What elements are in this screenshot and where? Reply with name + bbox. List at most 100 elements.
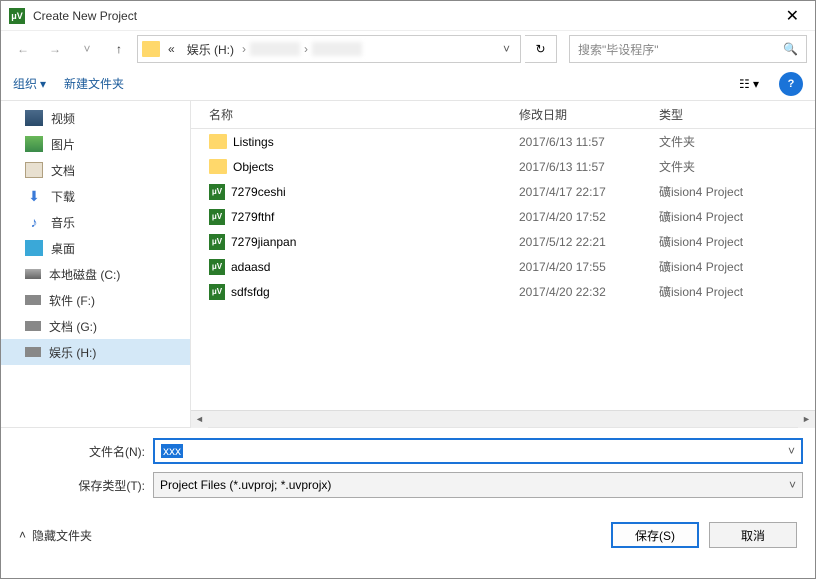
sidebar-item-down[interactable]: ⬇下载 xyxy=(1,183,190,209)
chevron-right-icon[interactable]: › xyxy=(304,42,308,56)
scroll-left-icon[interactable]: ◄ xyxy=(191,411,208,428)
sidebar-item-disk[interactable]: 软件 (F:) xyxy=(1,287,190,313)
sidebar-item-label: 图片 xyxy=(51,136,75,153)
file-name: adaasd xyxy=(231,260,270,274)
file-type: 文件夹 xyxy=(659,133,695,150)
close-icon[interactable]: ✕ xyxy=(778,6,807,26)
file-date: 2017/6/13 11:57 xyxy=(519,135,659,149)
bottom-bar: ˄ 隐藏文件夹 保存(S) 取消 xyxy=(1,512,815,560)
hide-folders-toggle[interactable]: ˄ 隐藏文件夹 xyxy=(19,527,92,544)
chevron-up-icon: ˄ xyxy=(19,528,26,542)
horizontal-scrollbar[interactable]: ◄ ► xyxy=(191,410,815,427)
file-type: 礦ision4 Project xyxy=(659,183,743,200)
app-icon: μV xyxy=(9,8,25,24)
forward-button: → xyxy=(41,35,69,63)
chevron-right-icon[interactable]: › xyxy=(242,42,246,56)
main-area: 视频图片文档 ⬇下载♪音乐桌面本地磁盘 (C:) 软件 (F:) 文档 (G:) 娱乐 … xyxy=(1,101,815,427)
sidebar-item-label: 本地磁盘 (C:) xyxy=(49,266,120,283)
file-type: 礦ision4 Project xyxy=(659,208,743,225)
sidebar-item-label: 文档 (G:) xyxy=(49,318,97,335)
uvision-icon: μV xyxy=(209,234,225,250)
search-placeholder: 搜索"毕设程序" xyxy=(578,41,659,58)
column-date[interactable]: 修改日期 xyxy=(519,106,659,123)
view-mode-button[interactable]: ☷ ▾ xyxy=(737,72,761,96)
cancel-button[interactable]: 取消 xyxy=(709,522,797,548)
filename-input[interactable]: xxx ˅ xyxy=(153,438,803,464)
savetype-select[interactable]: Project Files (*.uvproj; *.uvprojx) ˅ xyxy=(153,472,803,498)
file-row[interactable]: Objects 2017/6/13 11:57文件夹 xyxy=(191,154,815,179)
sidebar: 视频图片文档 ⬇下载♪音乐桌面本地磁盘 (C:) 软件 (F:) 文档 (G:) 娱乐 … xyxy=(1,101,191,427)
uvision-icon: μV xyxy=(209,284,225,300)
crumb-prefix: « xyxy=(164,42,179,56)
navbar: ← → ˅ ↑ « 娱乐 (H:) › › ˅ ↻ 搜索"毕设程序" 🔍 xyxy=(1,31,815,67)
file-date: 2017/4/20 17:52 xyxy=(519,210,659,224)
file-date: 2017/4/20 22:32 xyxy=(519,285,659,299)
sidebar-item-label: 音乐 xyxy=(51,214,75,231)
file-date: 2017/6/13 11:57 xyxy=(519,160,659,174)
file-list: Listings2017/6/13 11:57文件夹 Objects 2017/6/… xyxy=(191,129,815,410)
file-name: 7279jianpan xyxy=(231,235,296,249)
search-icon[interactable]: 🔍 xyxy=(783,42,798,56)
file-row[interactable]: μV 7279jianpan 2017/5/12 22:21礦ision4 Proj… xyxy=(191,229,815,254)
file-row[interactable]: μV 7279fthf 2017/4/20 17:52礦ision4 Project xyxy=(191,204,815,229)
uvision-icon: μV xyxy=(209,209,225,225)
window-title: Create New Project xyxy=(33,9,778,23)
toolbar: 组织▾ 新建文件夹 ☷ ▾ ? xyxy=(1,67,815,101)
sidebar-item-label: 桌面 xyxy=(51,240,75,257)
file-row[interactable]: Listings2017/6/13 11:57文件夹 xyxy=(191,129,815,154)
sidebar-item-label: 视频 xyxy=(51,110,75,127)
sidebar-item-label: 娱乐 (H:) xyxy=(49,344,96,361)
file-row[interactable]: μVsdfsfdg2017/4/20 22:32礦ision4 Project xyxy=(191,279,815,304)
savetype-value: Project Files (*.uvproj; *.uvprojx) xyxy=(160,478,331,492)
sidebar-item-label: 软件 (F:) xyxy=(49,292,95,309)
file-type: 文件夹 xyxy=(659,158,695,175)
column-type[interactable]: 类型 xyxy=(659,106,815,123)
file-row[interactable]: μV7279ceshi2017/4/17 22:17礦ision4 Projec… xyxy=(191,179,815,204)
sidebar-item-video[interactable]: 视频 xyxy=(1,105,190,131)
save-button[interactable]: 保存(S) xyxy=(611,522,699,548)
address-bar[interactable]: « 娱乐 (H:) › › ˅ xyxy=(137,35,521,63)
chevron-down-icon[interactable]: ˅ xyxy=(788,444,795,458)
file-date: 2017/4/17 22:17 xyxy=(519,185,659,199)
sidebar-item-desk[interactable]: 桌面 xyxy=(1,235,190,261)
file-type: 礦ision4 Project xyxy=(659,258,743,275)
column-name[interactable]: 名称 xyxy=(209,106,519,123)
file-header: 名称 修改日期 类型 xyxy=(191,101,815,129)
sidebar-item-disk[interactable]: 文档 (G:) xyxy=(1,313,190,339)
sidebar-item-diskc[interactable]: 本地磁盘 (C:) xyxy=(1,261,190,287)
file-name: 7279ceshi xyxy=(231,185,286,199)
folder-icon xyxy=(209,159,227,174)
address-dropdown[interactable]: ˅ xyxy=(497,42,516,56)
uvision-icon: μV xyxy=(209,259,225,275)
back-button[interactable]: ← xyxy=(9,35,37,63)
file-pane: 名称 修改日期 类型 Listings2017/6/13 11:57文件夹Obj… xyxy=(191,101,815,427)
file-name: Objects xyxy=(233,160,274,174)
file-row[interactable]: μV adaasd 2017/4/20 17:55礦ision4 Project xyxy=(191,254,815,279)
folder-icon xyxy=(209,134,227,149)
sidebar-item-doc[interactable]: 文档 xyxy=(1,157,190,183)
file-type: 礦ision4 Project xyxy=(659,233,743,250)
breadcrumb-obscured-1[interactable] xyxy=(250,42,300,56)
file-date: 2017/4/20 17:55 xyxy=(519,260,659,274)
sidebar-item-pic[interactable]: 图片 xyxy=(1,131,190,157)
search-input[interactable]: 搜索"毕设程序" 🔍 xyxy=(569,35,807,63)
scroll-right-icon[interactable]: ► xyxy=(798,411,815,428)
new-folder-button[interactable]: 新建文件夹 xyxy=(64,75,124,92)
sidebar-item-label: 文档 xyxy=(51,162,75,179)
chevron-down-icon: ▾ xyxy=(40,77,46,91)
recent-dropdown[interactable]: ˅ xyxy=(73,35,101,63)
refresh-button[interactable]: ↻ xyxy=(525,35,557,63)
titlebar: μV Create New Project ✕ xyxy=(1,1,815,31)
file-date: 2017/5/12 22:21 xyxy=(519,235,659,249)
chevron-down-icon[interactable]: ˅ xyxy=(789,478,796,492)
file-name: 7279fthf xyxy=(231,210,274,224)
organize-button[interactable]: 组织▾ xyxy=(13,75,46,92)
breadcrumb-obscured-2[interactable] xyxy=(312,42,362,56)
breadcrumb-drive[interactable]: 娱乐 (H:) xyxy=(183,41,238,58)
filename-value: xxx xyxy=(161,444,183,458)
up-button[interactable]: ↑ xyxy=(105,35,133,63)
sidebar-item-disk[interactable]: 娱乐 (H:) xyxy=(1,339,190,365)
help-icon[interactable]: ? xyxy=(779,72,803,96)
sidebar-item-music[interactable]: ♪音乐 xyxy=(1,209,190,235)
form-area: 文件名(N): xxx ˅ 保存类型(T): Project Files (*.… xyxy=(1,427,815,512)
